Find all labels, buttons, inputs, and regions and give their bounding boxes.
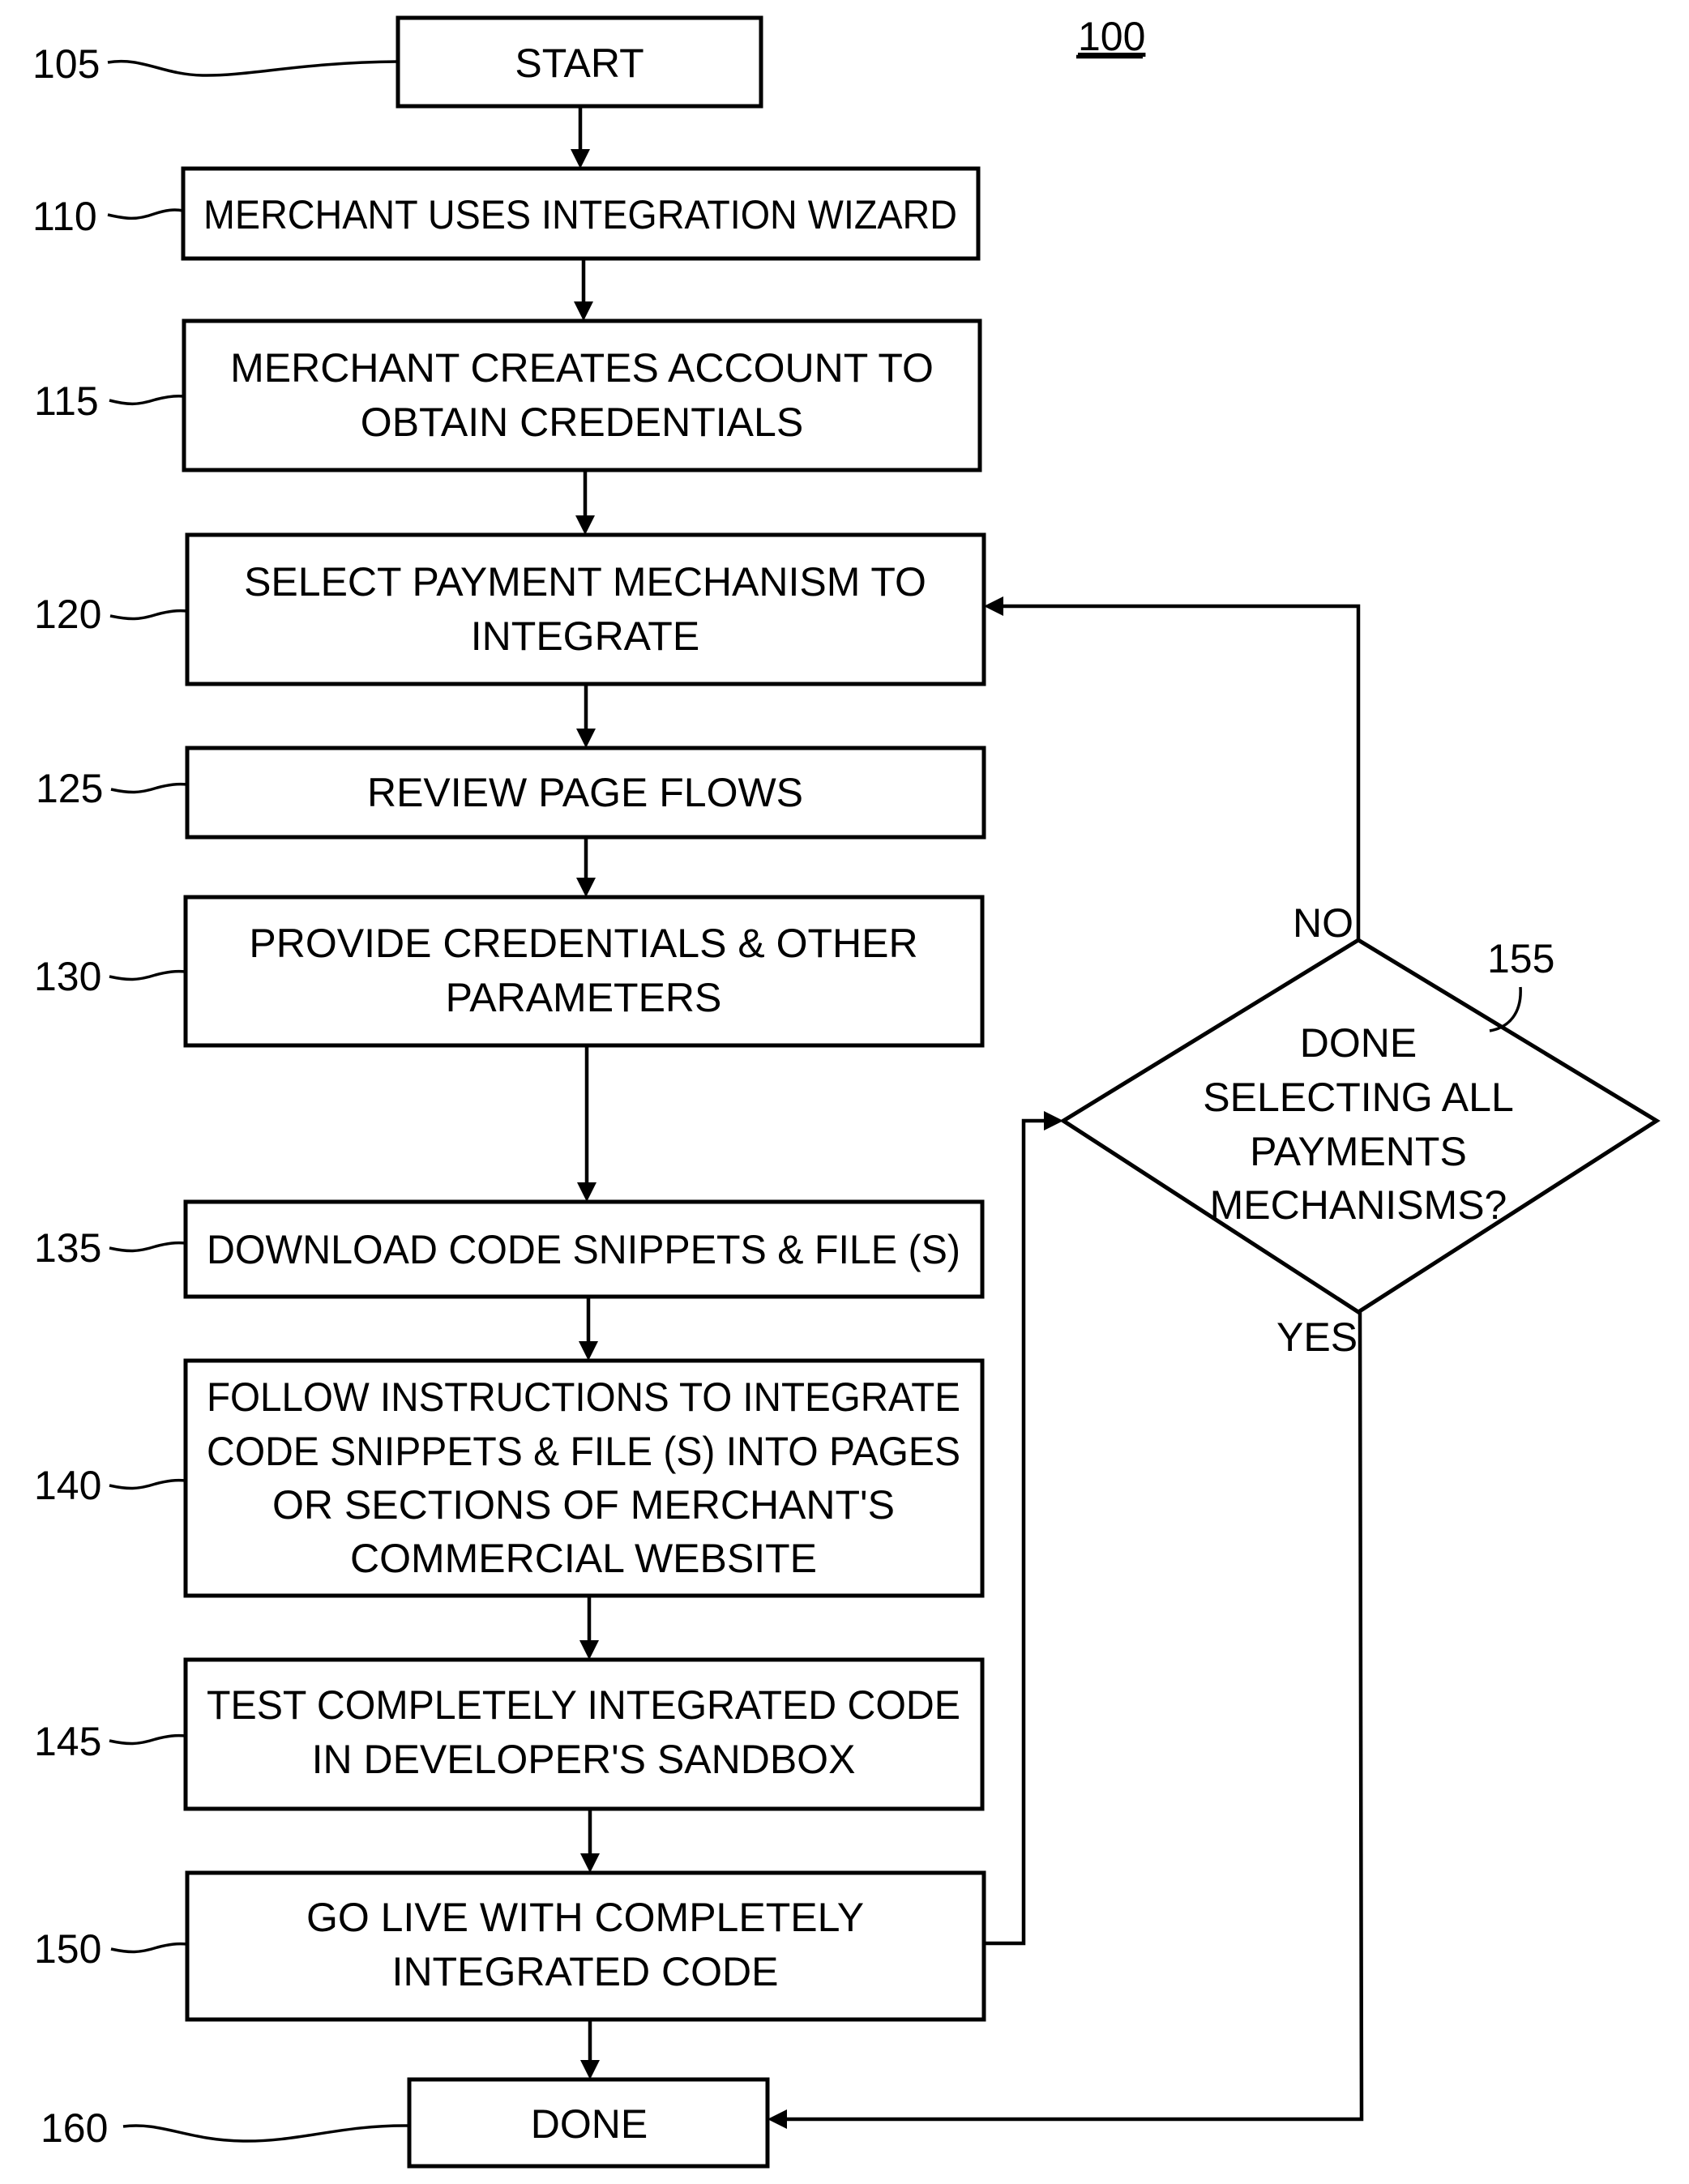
decision-label-line2: SELECTING ALL — [1203, 1075, 1514, 1120]
step-label-145-line2: IN DEVELOPER'S SANDBOX — [312, 1737, 856, 1782]
step-label-130-line2: PARAMETERS — [446, 975, 722, 1020]
arrowhead-down — [577, 1182, 596, 1202]
step-label-145-line1: TEST COMPLETELY INTEGRATED CODE — [207, 1682, 960, 1728]
decision-no-label: NO — [1293, 900, 1353, 946]
decision-diamond — [1059, 938, 1661, 1314]
step-label-140-line2: CODE SNIPPETS & FILE (S) INTO PAGES — [207, 1429, 960, 1474]
ref-leader-125 — [110, 782, 188, 794]
ref-number-135: 135 — [34, 1225, 101, 1271]
step-label-150-line2: INTEGRATED CODE — [392, 1949, 779, 1994]
arrowhead-down — [571, 149, 590, 169]
ref-number-150: 150 — [34, 1926, 101, 1972]
flowchart-canvas: 100 NO YES 155 105 110 115 120 125 130 1… — [32, 14, 1661, 2169]
ref-number-120: 120 — [34, 592, 101, 637]
step-label-130-line1: PROVIDE CREDENTIALS & OTHER — [249, 921, 917, 966]
ref-number-160: 160 — [41, 2105, 108, 2151]
ref-leader-135 — [109, 1241, 186, 1253]
ref-leader-105 — [107, 59, 399, 77]
decision-yes-label: YES — [1276, 1314, 1358, 1360]
arrowhead-down — [580, 2060, 600, 2079]
step-box-115 — [182, 318, 982, 472]
arrowhead-down — [576, 729, 596, 748]
ref-leader-150 — [110, 1942, 188, 1954]
arrowhead-down — [579, 1640, 599, 1660]
arrowhead-down — [580, 1853, 600, 1873]
connector-no-to-120 — [1002, 604, 1361, 940]
step-label-110: MERCHANT USES INTEGRATION WIZARD — [203, 192, 957, 237]
arrowhead-down — [574, 301, 593, 321]
arrowhead-down — [575, 515, 595, 535]
decision-label-line1: DONE — [1300, 1020, 1417, 1066]
step-label-140-line1: FOLLOW INSTRUCTIONS TO INTEGRATE — [207, 1374, 960, 1420]
ref-number-105: 105 — [32, 41, 100, 87]
step-label-start: START — [515, 41, 644, 86]
step-label-done: DONE — [531, 2101, 648, 2147]
connector-150-to-decision — [984, 1118, 1045, 1946]
decision-label-line4: MECHANISMS? — [1210, 1182, 1507, 1228]
step-label-135: DOWNLOAD CODE SNIPPETS & FILE (S) — [207, 1227, 960, 1272]
arrowhead-left — [984, 596, 1003, 616]
step-label-120-line1: SELECT PAYMENT MECHANISM TO — [244, 559, 926, 605]
ref-number-145: 145 — [34, 1719, 101, 1764]
step-label-140-line3: OR SECTIONS OF MERCHANT'S — [272, 1482, 895, 1528]
ref-leader-115 — [109, 394, 185, 406]
step-label-120-line2: INTEGRATE — [471, 613, 699, 659]
arrowhead-down — [576, 878, 596, 897]
step-label-140-line4: COMMERCIAL WEBSITE — [350, 1536, 817, 1581]
ref-leader-160 — [122, 2124, 410, 2143]
ref-leader-120 — [109, 609, 188, 621]
ref-leader-110 — [107, 208, 184, 220]
step-box-120 — [185, 532, 986, 686]
ref-number-140: 140 — [34, 1463, 101, 1508]
ref-number-125: 125 — [36, 766, 103, 811]
step-label-115-line1: MERCHANT CREATES ACCOUNT TO — [230, 345, 934, 391]
arrowhead-down — [579, 1341, 598, 1361]
ref-number-155: 155 — [1487, 936, 1554, 981]
ref-number-110: 110 — [32, 194, 97, 239]
ref-leader-145 — [109, 1733, 186, 1746]
step-label-150-line1: GO LIVE WITH COMPLETELY — [306, 1895, 864, 1940]
ref-leader-130 — [109, 969, 186, 981]
arrowhead-left — [768, 2109, 787, 2129]
ref-leader-140 — [109, 1478, 186, 1490]
step-label-125: REVIEW PAGE FLOWS — [367, 770, 803, 815]
step-label-115-line2: OBTAIN CREDENTIALS — [361, 400, 803, 445]
step-box-130 — [183, 895, 985, 1048]
arrowhead-right — [1044, 1111, 1063, 1130]
ref-number-115: 115 — [34, 378, 99, 424]
figure-number: 100 — [1078, 14, 1145, 59]
decision-label-line3: PAYMENTS — [1250, 1129, 1467, 1174]
ref-number-130: 130 — [34, 954, 101, 999]
